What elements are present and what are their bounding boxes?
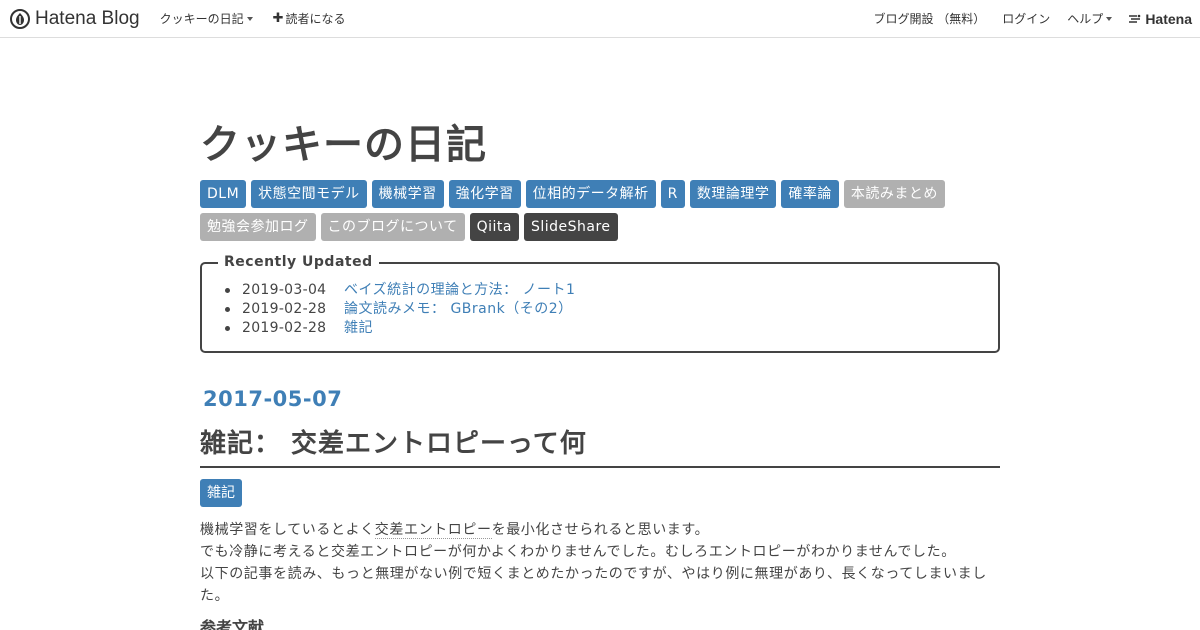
login-label: ログイン <box>1002 12 1051 26</box>
logo-text: Hatena Blog <box>35 7 140 29</box>
category-tag[interactable]: R <box>660 180 685 208</box>
recent-entry-link[interactable]: ベイズ統計の理論と方法： ノート1 <box>344 281 575 300</box>
text-span: 機械学習をしているとよく <box>200 522 375 538</box>
entry-paragraph: でも冷静に考えると交差エントロピーが何かよくわかりませんでした。むしろエントロピ… <box>200 544 956 560</box>
recent-entry-item: 2019-02-28 雑記 <box>225 319 575 338</box>
recent-entry-date: 2019-03-04 <box>242 282 327 298</box>
recent-entry-date: 2019-02-28 <box>242 301 327 317</box>
category-tag[interactable]: 強化学習 <box>448 180 521 208</box>
open-blog-label: ブログ開設 （無料） <box>873 12 986 26</box>
section-heading: 参考文献 <box>200 618 265 630</box>
recent-entry-item: 2019-03-04 ベイズ統計の理論と方法： ノート1 <box>225 281 575 300</box>
help-label: ヘルプ <box>1067 12 1104 26</box>
global-header: Hatena Blog クッキーの日記 ✚ 読者になる ブログ開設 （無料） ロ… <box>0 0 1200 38</box>
login-link[interactable]: ログイン <box>1002 10 1050 27</box>
text-span: を最小化させられると思います。 <box>491 522 710 538</box>
recent-entry-link[interactable]: 論文読みメモ： GBrank（その2） <box>344 300 573 319</box>
category-tag[interactable]: Qiita <box>469 213 519 241</box>
category-tag[interactable]: 勉強会参加ログ <box>200 213 316 241</box>
chevron-down-icon <box>1106 16 1113 21</box>
entry-category-tag[interactable]: 雑記 <box>200 479 242 507</box>
bullet-icon <box>225 307 230 312</box>
category-tag[interactable]: 状態空間モデル <box>251 180 367 208</box>
entry-title[interactable]: 雑記： 交差エントロピーって何 <box>200 423 1000 468</box>
blog-menu-label: クッキーの日記 <box>159 12 244 26</box>
hatena-link[interactable]: Hatena <box>1128 11 1192 27</box>
entry-body: 機械学習をしているとよく交差エントロピーを最小化させられると思います。 でも冷静… <box>200 519 1000 607</box>
subscribe-label: 読者になる <box>285 12 346 26</box>
bullet-icon <box>225 326 230 331</box>
hatena-icon <box>1129 14 1141 23</box>
recently-updated-box: Recently Updated 2019-03-04 ベイズ統計の理論と方法： … <box>200 254 1000 353</box>
recent-entries-list: 2019-03-04 ベイズ統計の理論と方法： ノート1 2019-02-28 論文読… <box>225 281 575 338</box>
entry-date[interactable]: 2017-05-07 <box>203 387 342 411</box>
entry-paragraph: 以下の記事を読み、もっと無理がない例で短くまとめたかったのですが、やはり例に無理… <box>200 566 987 604</box>
recent-entry-date: 2019-02-28 <box>242 320 327 336</box>
hatena-blog-logo[interactable]: Hatena Blog <box>10 8 140 30</box>
bullet-icon <box>225 288 230 293</box>
category-tag[interactable]: DLM <box>200 180 247 208</box>
help-dropdown[interactable]: ヘルプ <box>1067 10 1113 27</box>
recent-entry-link[interactable]: 雑記 <box>344 319 373 338</box>
category-tag[interactable]: 機械学習 <box>371 180 444 208</box>
category-tag[interactable]: 確率論 <box>781 180 839 208</box>
category-tag[interactable]: 位相的データ解析 <box>525 180 656 208</box>
category-tag[interactable]: 本読みまとめ <box>843 180 945 208</box>
open-blog-link[interactable]: ブログ開設 （無料） <box>873 10 985 27</box>
header-left: Hatena Blog クッキーの日記 ✚ 読者になる <box>10 0 346 37</box>
header-right: ブログ開設 （無料） ログイン ヘルプ Hatena <box>856 0 1192 37</box>
plus-icon: ✚ <box>272 11 284 26</box>
category-tag[interactable]: このブログについて <box>320 213 465 241</box>
category-tag[interactable]: SlideShare <box>523 213 618 241</box>
category-tag[interactable]: 数理論理学 <box>689 180 777 208</box>
blog-menu-dropdown[interactable]: クッキーの日記 <box>160 10 253 27</box>
keyword-link[interactable]: 交差エントロピー <box>374 522 492 539</box>
subscribe-button[interactable]: ✚ 読者になる <box>273 10 346 27</box>
hatena-blog-logo-icon <box>10 8 30 29</box>
recent-entry-item: 2019-02-28 論文読みメモ： GBrank（その2） <box>225 300 575 319</box>
recently-updated-legend: Recently Updated <box>218 254 379 270</box>
entry-paragraph: 機械学習をしているとよく交差エントロピーを最小化させられると思います。 <box>200 519 1000 541</box>
blog-title[interactable]: クッキーの日記 <box>200 112 487 170</box>
hatena-label: Hatena <box>1145 10 1192 27</box>
category-list: DLM 状態空間モデル 機械学習 強化学習 位相的データ解析 R 数理論理学 確率論 本読みまと… <box>200 180 1000 241</box>
chevron-down-icon <box>246 16 253 21</box>
